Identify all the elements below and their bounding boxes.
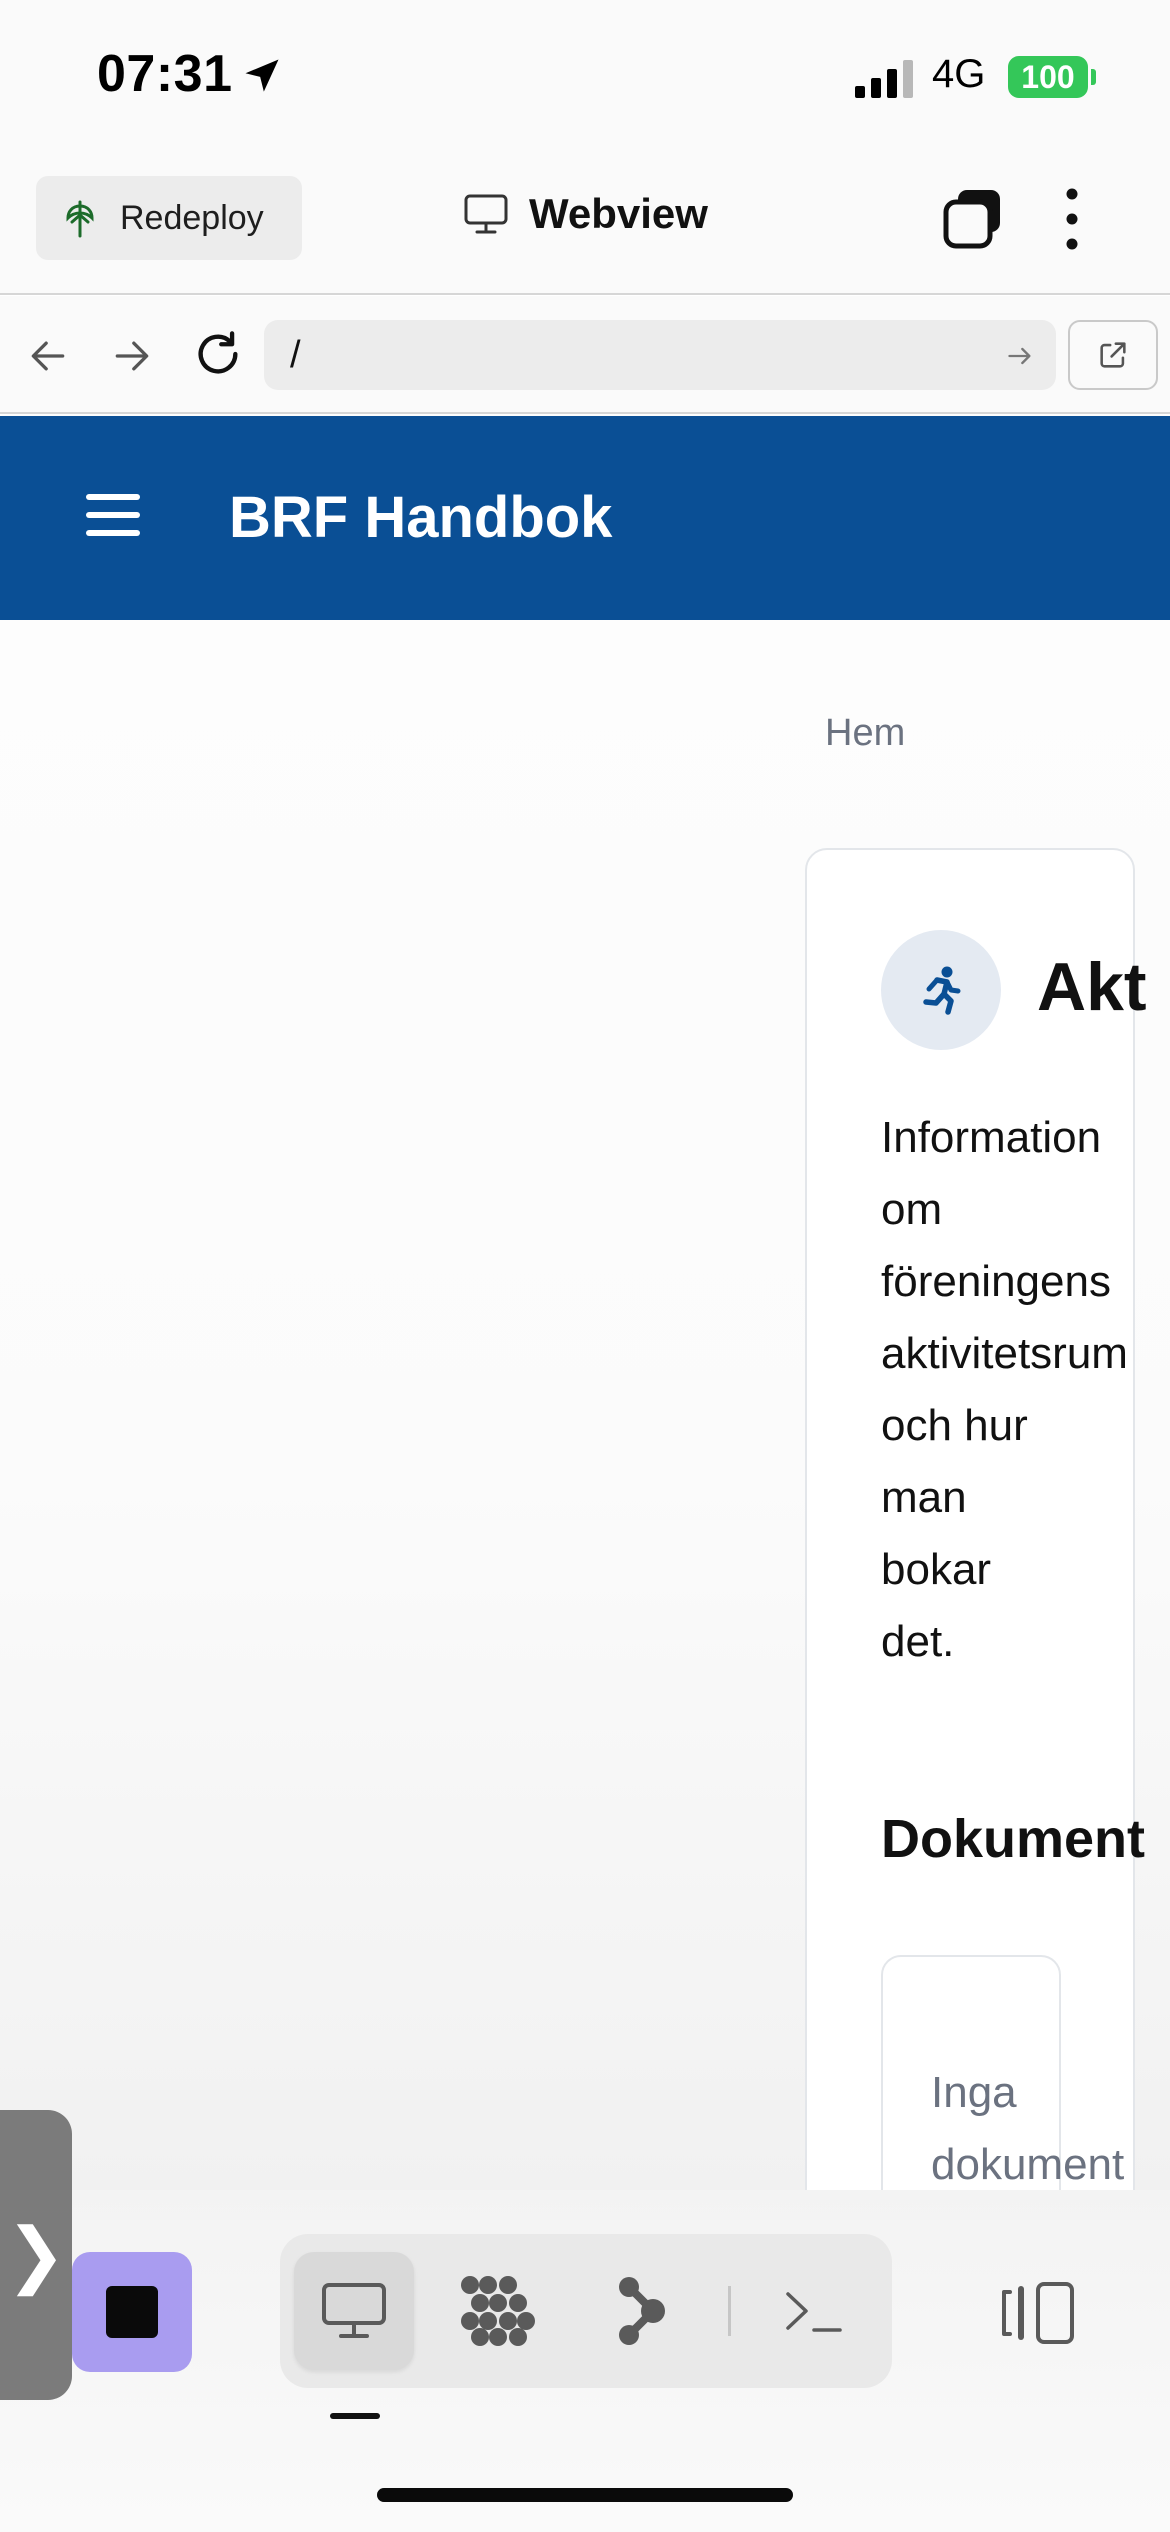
forward-arrow-icon[interactable] (110, 334, 154, 378)
go-arrow-icon[interactable] (1006, 342, 1034, 370)
redeploy-label: Redeploy (120, 198, 264, 237)
url-bar: / (0, 296, 1170, 414)
page-content: Hem Akt Information om föreningens aktiv… (0, 620, 1170, 2190)
chevron-right-icon: ❯ (5, 2215, 67, 2295)
status-time: 07:31 (97, 45, 233, 103)
more-vertical-icon[interactable] (1062, 186, 1082, 252)
url-text: / (290, 333, 301, 376)
webview-title: Webview (463, 190, 708, 238)
card-title: Akt (1037, 949, 1147, 1025)
stop-button[interactable] (72, 2252, 192, 2372)
dock-view-switcher (280, 2234, 892, 2388)
card-description-line: föreningens (881, 1257, 1111, 1306)
location-arrow-icon (245, 59, 279, 92)
side-panel-handle[interactable]: ❯ (0, 2110, 72, 2400)
tabs-icon[interactable] (942, 188, 1004, 250)
status-bar: 07:31 4G 100 (0, 0, 1170, 160)
dock-separator (728, 2286, 731, 2336)
monitor-icon (322, 2283, 386, 2338)
card-description-line: och hur (881, 1401, 1028, 1450)
running-person-icon (881, 930, 1001, 1050)
home-indicator[interactable] (377, 2488, 793, 2502)
webview-title-label: Webview (529, 190, 708, 237)
card-description-line: Information (881, 1113, 1102, 1162)
documents-empty-message: Inga dokument (931, 2057, 1124, 2190)
card-description: Information om föreningens aktivitetsrum… (881, 1102, 1170, 1678)
hamburger-menu-icon[interactable] (86, 492, 140, 538)
documents-heading: Dokument (881, 1809, 1146, 1869)
network-type: 4G (932, 52, 986, 96)
monitor-icon (464, 194, 508, 234)
open-external-button[interactable] (1068, 320, 1158, 390)
card-description-line: om (881, 1185, 943, 1234)
terminal-icon (786, 2292, 842, 2332)
signal-bars-icon (855, 60, 913, 98)
back-arrow-icon[interactable] (26, 334, 70, 378)
redeploy-button[interactable]: Redeploy (36, 176, 302, 260)
tree-icon (66, 200, 94, 238)
card-description-line: aktivitetsrum (881, 1329, 1128, 1378)
external-link-icon (1100, 342, 1126, 368)
category-card: Akt Information om föreningens aktivitet… (805, 848, 1147, 2190)
card-description-line: bokar (881, 1545, 992, 1594)
graph-nodes-icon (619, 2277, 665, 2345)
dock-terminal-button[interactable] (754, 2252, 874, 2370)
card-description-line: man (881, 1473, 967, 1522)
url-input[interactable]: / (264, 320, 1056, 390)
dock-apps-button[interactable] (438, 2252, 558, 2370)
reload-icon[interactable] (192, 328, 244, 380)
stop-icon (106, 2286, 158, 2338)
active-tab-indicator (330, 2413, 380, 2419)
card-description-line: det. (881, 1617, 955, 1666)
dock-webview-button[interactable] (294, 2252, 414, 2370)
battery-indicator: 100 (1008, 56, 1088, 98)
app-toolbar: Redeploy Webview (0, 160, 1170, 295)
empty-message-line: Inga (931, 2068, 1017, 2117)
empty-message-line: dokument (931, 2140, 1125, 2189)
dock-graph-button[interactable] (582, 2252, 702, 2370)
site-header: BRF Handbok (0, 416, 1170, 620)
split-panel-icon[interactable] (1000, 2280, 1076, 2346)
apps-grid-icon (461, 2276, 535, 2346)
site-title[interactable]: BRF Handbok (229, 484, 612, 551)
battery-tip (1091, 69, 1096, 85)
breadcrumb[interactable]: Hem (825, 712, 905, 755)
documents-list: Inga dokument (881, 1955, 1124, 2190)
